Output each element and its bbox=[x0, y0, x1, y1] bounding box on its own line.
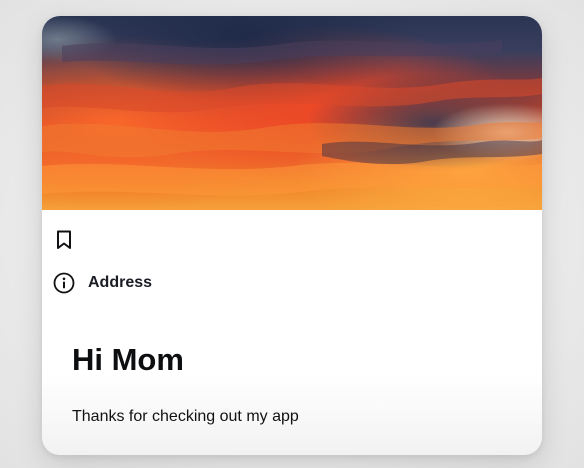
address-label: Address bbox=[88, 274, 153, 291]
bookmark-icon bbox=[57, 230, 71, 249]
info-icon bbox=[52, 271, 76, 295]
address-row[interactable]: Address bbox=[52, 271, 152, 295]
hero-image bbox=[42, 16, 542, 210]
card-content: Hi Mom Thanks for checking out my app bbox=[42, 306, 542, 455]
bookmark-button[interactable] bbox=[52, 227, 76, 253]
card: Address Hi Mom Thanks for checking out m… bbox=[42, 16, 542, 455]
page-title: Hi Mom bbox=[72, 342, 184, 377]
card-subtitle: Thanks for checking out my app bbox=[72, 408, 299, 425]
